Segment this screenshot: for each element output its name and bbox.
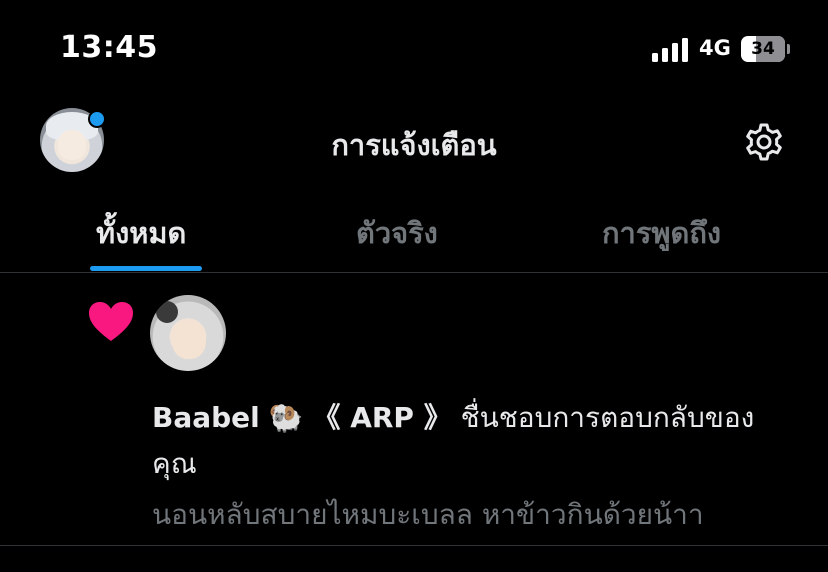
network-type: 4G xyxy=(699,36,731,60)
user-avatar[interactable] xyxy=(150,295,226,371)
status-bar: 13:45 4G 34 xyxy=(0,0,828,100)
battery-icon: 34 xyxy=(741,36,790,62)
gear-icon[interactable] xyxy=(742,120,786,164)
sheep-emoji: 🐏 xyxy=(268,401,304,434)
reply-preview: นอนหลับสบายไหมบะเบลล หาข้าวกินด้วยน้าา xyxy=(152,498,704,531)
status-time: 13:45 xyxy=(60,30,158,65)
tab-bar: ทั้งหมด ตัวจริง การพูดถึง xyxy=(0,196,828,273)
tab-verified[interactable]: ตัวจริง xyxy=(356,210,438,256)
active-tab-indicator xyxy=(90,266,202,271)
notification-item[interactable]: Baabel 🐏 《 ARP 》 ชื่นชอบการตอบกลับของคุณ… xyxy=(0,273,828,546)
signal-icon xyxy=(652,38,688,62)
battery-level: 34 xyxy=(751,39,775,59)
tab-all[interactable]: ทั้งหมด xyxy=(96,210,186,256)
heart-icon xyxy=(89,302,133,341)
tab-mentions[interactable]: การพูดถึง xyxy=(602,210,721,256)
page-title: การแจ้งเตือน xyxy=(331,128,497,162)
user-tag[interactable]: 《 ARP 》 xyxy=(312,401,451,434)
user-name[interactable]: Baabel xyxy=(152,401,260,434)
header: การแจ้งเตือน xyxy=(0,100,828,180)
notification-text: Baabel 🐏 《 ARP 》 ชื่นชอบการตอบกลับของคุณ xyxy=(152,395,792,487)
